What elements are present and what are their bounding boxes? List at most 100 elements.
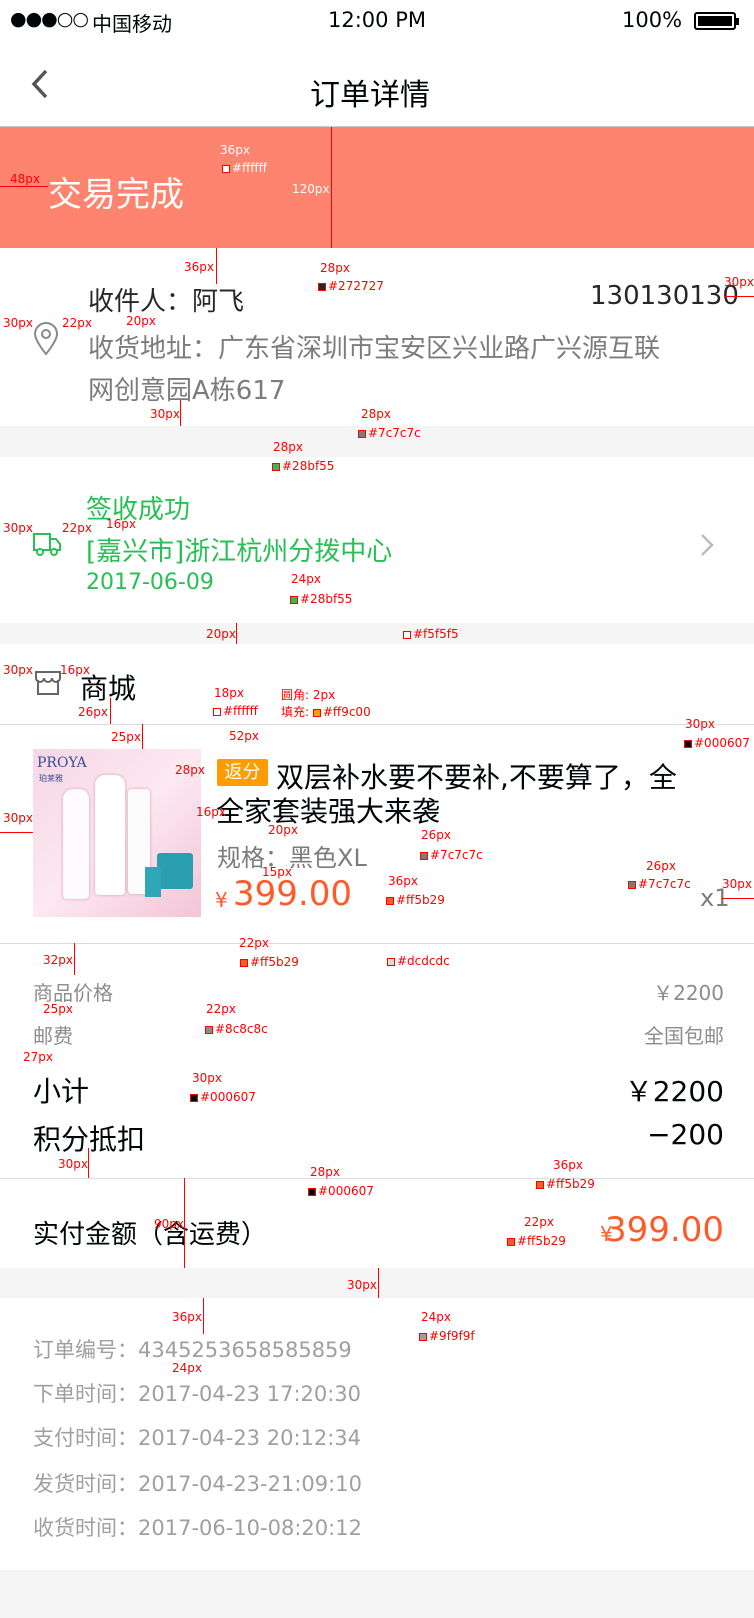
annotation: 36px [220, 143, 250, 157]
annotation: 16px [60, 663, 90, 677]
logistics-status: 签收成功 [86, 495, 191, 525]
annotation: 26px [78, 705, 108, 719]
section-divider [0, 1268, 754, 1298]
annotation: #ff5b29 [386, 893, 445, 907]
annotation: #000607 [190, 1090, 256, 1104]
bottom-padding [0, 1570, 754, 1618]
annotation: 28px [310, 1165, 340, 1179]
annotation: 52px [229, 729, 259, 743]
summary-value: ￥2200 [653, 981, 724, 1005]
order-info-value: 4345253658585859 [138, 1338, 352, 1362]
order-info-value: 2017-04-23 17:20:30 [138, 1382, 362, 1406]
order-info-label: 订单编号： [33, 1338, 138, 1362]
annotation: #7c7c7c [628, 877, 691, 891]
address-line-1: 收货地址：广东省深圳市宝安区兴业路广兴源互联 [88, 334, 661, 364]
annotation: 20px [126, 314, 156, 328]
truck-icon [33, 533, 61, 556]
annotation: 32px [43, 953, 73, 967]
summary-value: 全国包邮 [644, 1024, 724, 1048]
annotation: #28bf55 [272, 459, 334, 473]
summary-label: 积分抵扣 [33, 1123, 146, 1156]
annotation: #ff5b29 [240, 955, 299, 969]
annotation: 圆角: 2px [281, 688, 336, 702]
status-banner: 交易完成 [0, 127, 754, 248]
product-price: 399.00 [233, 874, 352, 914]
annotation: 30px [3, 521, 33, 535]
divider [0, 943, 754, 944]
annotation: 48px [10, 172, 40, 186]
annotation: 30px [192, 1071, 222, 1085]
annotation: #000607 [684, 736, 750, 750]
annotation: 22px [524, 1215, 554, 1229]
address-line-2: 网创意园A栋617 [88, 376, 286, 406]
annotation: 28px [175, 763, 205, 777]
annotation: 30px [3, 663, 33, 677]
receiver-name: 收件人：阿飞 [88, 287, 245, 317]
annotation: 24px [172, 1361, 202, 1375]
annotation: 20px [206, 627, 236, 641]
annotation: 90px [154, 1217, 184, 1231]
location-pin-icon [33, 322, 59, 356]
annotation: 36px [172, 1310, 202, 1324]
annotation: #7c7c7c [420, 848, 483, 862]
annotation: 30px [3, 316, 33, 330]
annotation: #28bf55 [290, 592, 352, 606]
chevron-right-icon [701, 534, 714, 556]
order-info-row: 支付时间：2017-04-23 20:12:34 [33, 1422, 361, 1452]
back-button[interactable] [30, 68, 60, 104]
order-info-label: 支付时间： [33, 1426, 138, 1450]
order-info-value: 2017-04-23 20:12:34 [138, 1426, 362, 1450]
annotation: 27px [23, 1050, 53, 1064]
rebate-badge: 返分 [217, 759, 268, 786]
annotation: 36px [388, 874, 418, 888]
annotation: 120px [292, 182, 330, 196]
chevron-left-icon [31, 69, 48, 99]
annotation: 30px [724, 275, 754, 289]
annotation: 22px [239, 936, 269, 950]
logistics-row[interactable]: 签收成功 [嘉兴市]浙江杭州分拨中心 2017-06-09 [0, 457, 754, 623]
annotation: 16px [106, 517, 136, 531]
annotation: 36px [184, 260, 214, 274]
order-info-row: 下单时间：2017-04-23 17:20:30 [33, 1378, 361, 1408]
annotation: 25px [111, 730, 141, 744]
order-info-row: 发货时间：2017-04-23-21:09:10 [33, 1468, 362, 1498]
total-label: 实付金额（含运费） [33, 1220, 268, 1250]
annotation: 22px [62, 316, 92, 330]
annotation: #dcdcdc [387, 954, 450, 968]
summary-label: 小计 [33, 1075, 90, 1108]
signal-icon: ●●●○○ [10, 8, 89, 30]
order-info-label: 收货时间： [33, 1516, 138, 1540]
annotation: 22px [206, 1002, 236, 1016]
annotation: #f5f5f5 [403, 627, 459, 641]
annotation: 15px [262, 865, 292, 879]
annotation: 30px [150, 407, 180, 421]
annotation: 36px [553, 1158, 583, 1172]
annotation: 28px [361, 407, 391, 421]
order-info-value: 2017-06-10-08:20:12 [138, 1516, 362, 1540]
annotation: #272727 [318, 279, 384, 293]
battery-percent: 100% [622, 8, 683, 32]
battery-icon [694, 12, 739, 30]
annotation: 30px [58, 1157, 88, 1171]
summary-value: ￥2200 [624, 1075, 724, 1108]
annotation: 填充: #ff9c00 [281, 705, 371, 719]
annotation: 25px [43, 1002, 73, 1016]
annotation: 18px [214, 686, 244, 700]
product-title-line-2[interactable]: 全家套装强大来袭 [216, 790, 440, 830]
annotation: #8c8c8c [205, 1022, 268, 1036]
annotation: 22px [62, 521, 92, 535]
annotation: #ff5b29 [536, 1177, 595, 1191]
summary-label: 邮费 [33, 1024, 73, 1048]
total-amount: 399.00 [605, 1210, 724, 1250]
carrier: 中国移动 [92, 12, 172, 36]
annotation: #7c7c7c [358, 426, 421, 440]
logistics-location: [嘉兴市]浙江杭州分拨中心 [86, 537, 393, 567]
divider [0, 724, 754, 725]
order-status: 交易完成 [48, 175, 184, 215]
receiver-phone: 130130130 [590, 281, 739, 311]
annotation: #000607 [308, 1184, 374, 1198]
price-currency: ¥ [215, 888, 228, 912]
annotation: 30px [347, 1278, 377, 1292]
annotation: 26px [421, 828, 451, 842]
logistics-date: 2017-06-09 [86, 570, 214, 595]
